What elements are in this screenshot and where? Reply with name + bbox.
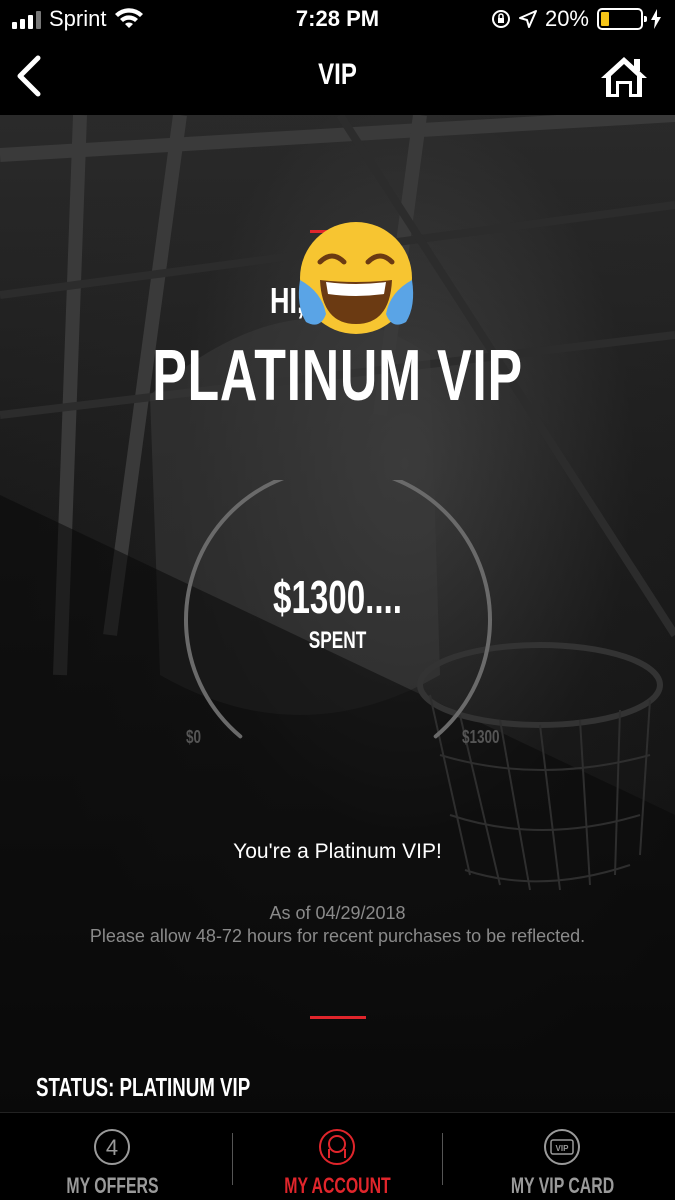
- tab-divider: [442, 1133, 443, 1185]
- gauge-max-label: $1300: [462, 727, 500, 747]
- offers-count-badge: 4: [106, 1135, 118, 1160]
- as-of-date: As of 04/29/2018: [269, 903, 406, 923]
- tears-of-joy-emoji-icon: [298, 222, 414, 334]
- spent-amount: $1300....: [273, 571, 402, 623]
- tab-my-vip-card[interactable]: VIP MY VIP CARD: [450, 1113, 675, 1200]
- location-arrow-icon: [518, 10, 537, 28]
- nav-bar: VIP: [0, 40, 675, 115]
- status-bar: Sprint 7:28 PM 20%: [0, 0, 675, 40]
- account-icon: [319, 1129, 355, 1165]
- tab-my-account[interactable]: MY ACCOUNT: [225, 1113, 450, 1200]
- vip-status-message: You're a Platinum VIP!: [233, 840, 442, 863]
- tab-label: MY VIP CARD: [510, 1173, 615, 1198]
- vip-card-icon: VIP: [544, 1129, 580, 1165]
- vip-tier-title: PLATINUM VIP: [152, 336, 523, 416]
- battery-icon: [597, 8, 647, 30]
- tab-my-offers[interactable]: 4 MY OFFERS: [0, 1113, 225, 1200]
- tab-label: MY OFFERS: [66, 1173, 159, 1198]
- home-icon[interactable]: [599, 54, 649, 100]
- gauge-min-label: $0: [186, 727, 202, 747]
- spent-label: SPENT: [308, 627, 367, 654]
- accent-divider-bottom: [310, 1016, 366, 1019]
- page-title: VIP: [318, 58, 357, 91]
- vip-content: HI, PLATINUM VIP $1300.... SPENT $0 $130…: [0, 115, 675, 1112]
- bottom-tab-bar: 4 MY OFFERS MY ACCOUNT VIP MY VIP CARD: [0, 1112, 675, 1200]
- battery-percent: 20%: [544, 6, 589, 31]
- tab-label: MY ACCOUNT: [284, 1173, 391, 1198]
- status-line: STATUS: PLATINUM VIP: [36, 1072, 251, 1102]
- offers-count-icon: 4: [94, 1129, 130, 1165]
- purchase-delay-note: Please allow 48-72 hours for recent purc…: [89, 926, 586, 946]
- rotation-lock-icon: [491, 10, 510, 28]
- vip-card-badge: VIP: [556, 1144, 570, 1153]
- back-chevron-icon[interactable]: [12, 54, 46, 98]
- charging-bolt-icon: [651, 9, 661, 29]
